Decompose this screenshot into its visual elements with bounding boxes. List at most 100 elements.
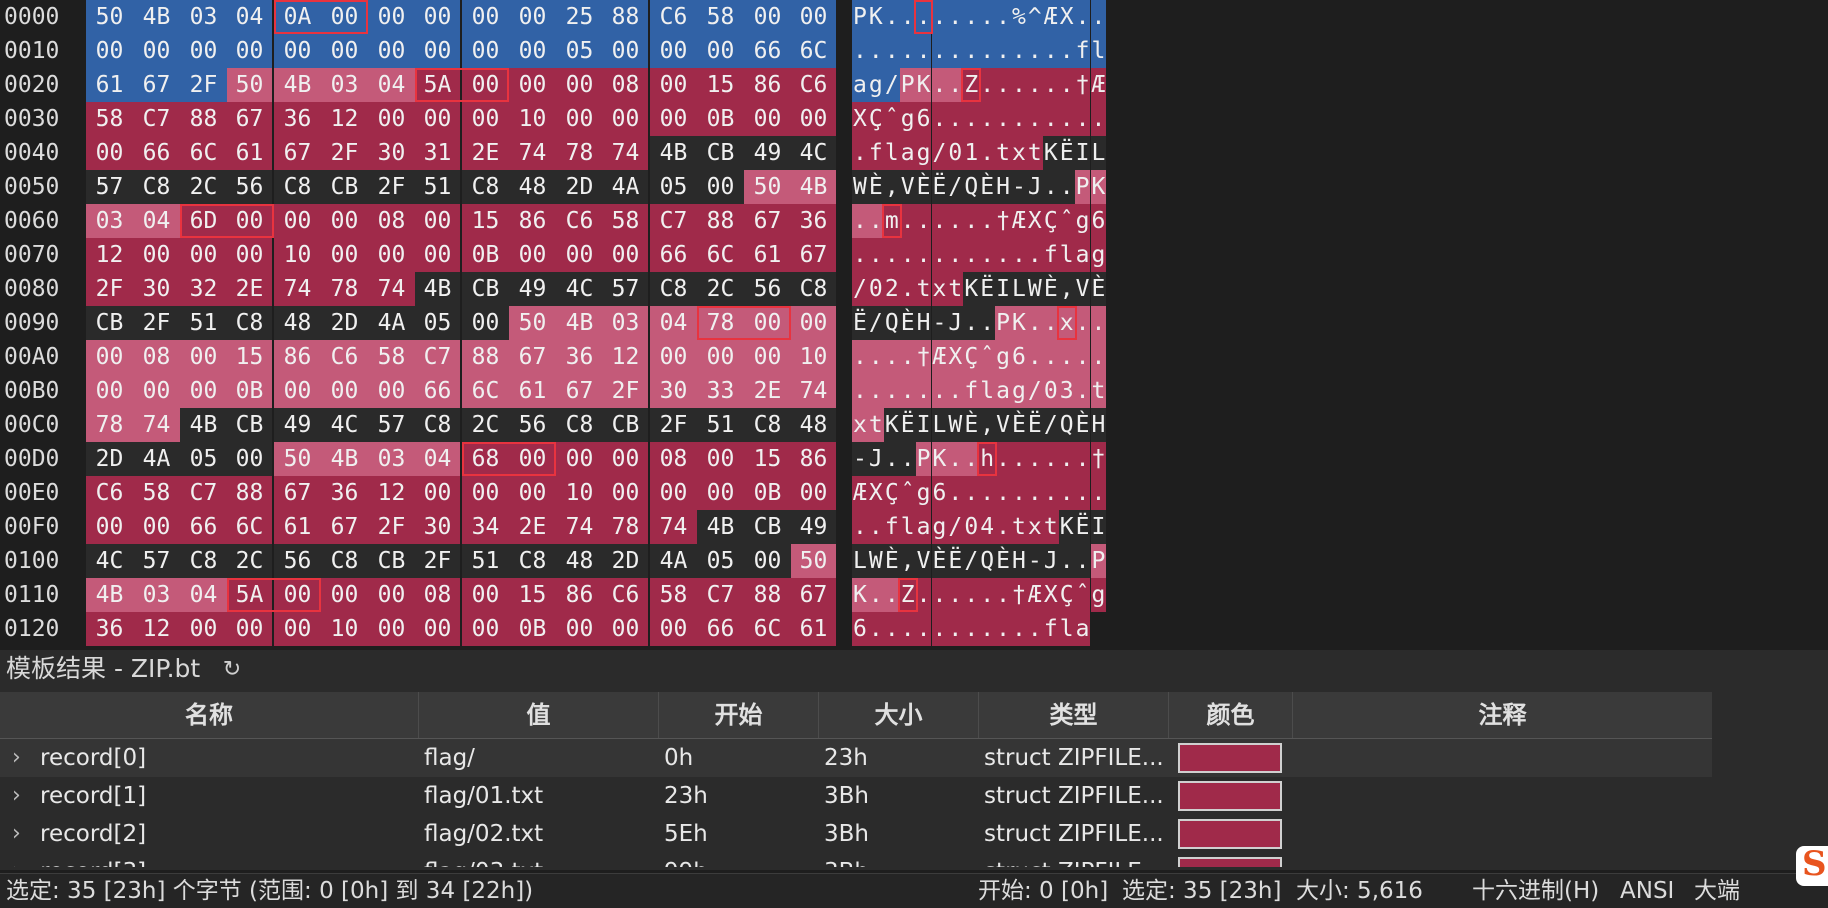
ascii-char[interactable]: g [1090, 578, 1107, 612]
ascii-char[interactable]: Æ [1090, 68, 1107, 102]
ascii-char[interactable]: f [883, 510, 900, 544]
hex-byte[interactable]: 6C [180, 136, 227, 170]
edit-mode-status[interactable]: 十六进制(H) [1472, 874, 1599, 908]
ascii-char[interactable]: . [1042, 442, 1059, 476]
ascii-char[interactable]: . [915, 0, 932, 34]
ascii-char[interactable]: 2 [883, 272, 900, 306]
hex-byte[interactable]: 2D [321, 306, 368, 340]
hex-byte[interactable]: 00 [274, 204, 321, 238]
ascii-char[interactable]: . [1011, 476, 1027, 510]
hex-byte[interactable]: 67 [556, 374, 603, 408]
hex-byte[interactable]: 88 [180, 102, 227, 136]
ascii-char[interactable]: † [915, 340, 932, 374]
ascii-char[interactable]: t [1042, 510, 1059, 544]
ascii-char[interactable]: . [852, 136, 868, 170]
hex-byte[interactable]: 57 [603, 272, 650, 306]
hex-byte[interactable]: C8 [415, 408, 462, 442]
hex-byte[interactable]: 56 [227, 170, 274, 204]
hex-byte[interactable]: 00 [697, 442, 744, 476]
ascii-char[interactable]: . [931, 374, 948, 408]
ascii-char[interactable]: . [979, 578, 996, 612]
hex-byte[interactable]: CB [697, 136, 744, 170]
hex-byte[interactable]: 10 [556, 476, 603, 510]
hex-byte[interactable]: 30 [368, 136, 415, 170]
ascii-char[interactable]: È [1090, 272, 1107, 306]
ascii-char[interactable]: . [1011, 442, 1027, 476]
ascii-char[interactable]: . [1074, 0, 1091, 34]
hex-byte[interactable]: 67 [274, 476, 321, 510]
ascii-char[interactable]: f [1074, 34, 1091, 68]
ascii-char[interactable]: Ë [947, 544, 964, 578]
ascii-char[interactable]: 0 [947, 136, 964, 170]
hex-byte[interactable]: 08 [603, 68, 650, 102]
hex-byte[interactable]: 2F [368, 170, 415, 204]
hex-byte[interactable]: 36 [791, 204, 838, 238]
hex-byte[interactable]: 30 [415, 510, 462, 544]
hex-byte[interactable]: 00 [274, 374, 321, 408]
ascii-char[interactable]: . [995, 510, 1011, 544]
ascii-char[interactable]: . [979, 34, 996, 68]
hex-byte[interactable]: 08 [650, 442, 697, 476]
ascii-char[interactable]: . [867, 238, 884, 272]
hex-byte[interactable]: 2D [86, 442, 133, 476]
hex-byte[interactable]: 4C [556, 272, 603, 306]
ascii-char[interactable]: Ë [852, 306, 868, 340]
ascii-char[interactable]: . [963, 0, 980, 34]
hex-byte[interactable]: 50 [509, 306, 556, 340]
refresh-icon[interactable]: ↻ [219, 657, 245, 683]
color-swatch[interactable] [1178, 857, 1282, 867]
hex-byte[interactable]: 15 [509, 578, 556, 612]
ascii-char[interactable]: . [963, 612, 980, 646]
ascii-char[interactable]: t [1090, 374, 1107, 408]
ascii-char[interactable]: . [899, 442, 916, 476]
hex-byte[interactable]: 00 [744, 0, 791, 34]
ascii-char[interactable]: g [915, 136, 932, 170]
hex-byte[interactable]: CB [321, 170, 368, 204]
hex-byte[interactable]: 00 [415, 238, 462, 272]
ascii-char[interactable]: P [915, 442, 932, 476]
hex-byte[interactable]: 2E [227, 272, 274, 306]
ascii-char[interactable]: . [1026, 102, 1043, 136]
ascii-char[interactable]: . [915, 374, 932, 408]
ascii-char[interactable]: . [931, 204, 948, 238]
ascii-char[interactable]: ˆ [979, 340, 996, 374]
hex-byte[interactable]: C6 [556, 204, 603, 238]
ascii-char[interactable]: x [1011, 136, 1027, 170]
hex-byte[interactable]: 67 [791, 238, 838, 272]
hex-byte[interactable]: 6C [462, 374, 509, 408]
hex-byte[interactable]: 00 [227, 204, 274, 238]
hex-byte[interactable]: CB [603, 408, 650, 442]
hex-byte[interactable]: 08 [368, 204, 415, 238]
hex-byte[interactable]: 4B [556, 306, 603, 340]
ascii-char[interactable]: . [947, 612, 964, 646]
hex-byte[interactable]: 15 [227, 340, 274, 374]
ascii-char[interactable]: / [1026, 374, 1043, 408]
hex-byte[interactable]: 74 [603, 136, 650, 170]
ascii-char[interactable]: . [995, 68, 1011, 102]
ascii-char[interactable]: Q [883, 306, 900, 340]
ascii-char[interactable]: È [1074, 408, 1091, 442]
hex-byte[interactable]: 0B [227, 374, 274, 408]
hex-byte[interactable]: 10 [321, 612, 368, 646]
ascii-char[interactable]: . [963, 442, 980, 476]
hex-byte[interactable]: 08 [133, 340, 180, 374]
ascii-char[interactable]: . [979, 476, 996, 510]
ascii-char[interactable]: . [1042, 476, 1059, 510]
ascii-char[interactable]: . [963, 34, 980, 68]
hex-byte[interactable]: CB [227, 408, 274, 442]
hex-byte[interactable]: 00 [509, 34, 556, 68]
ascii-char[interactable]: a [852, 68, 868, 102]
hex-byte[interactable]: 00 [556, 612, 603, 646]
hex-byte[interactable]: C8 [509, 544, 556, 578]
ascii-char[interactable]: / [931, 136, 948, 170]
hex-byte[interactable]: 4B [321, 442, 368, 476]
ascii-char[interactable]: ˆ [1074, 578, 1091, 612]
ascii-char[interactable]: † [1090, 442, 1107, 476]
ascii-char[interactable]: K [883, 408, 900, 442]
ascii-char[interactable]: . [883, 374, 900, 408]
column-header-size[interactable]: 大小 [819, 692, 979, 738]
hex-byte[interactable]: C7 [650, 204, 697, 238]
ascii-char[interactable]: W [947, 408, 964, 442]
hex-byte[interactable]: 74 [133, 408, 180, 442]
hex-byte[interactable]: 36 [321, 476, 368, 510]
